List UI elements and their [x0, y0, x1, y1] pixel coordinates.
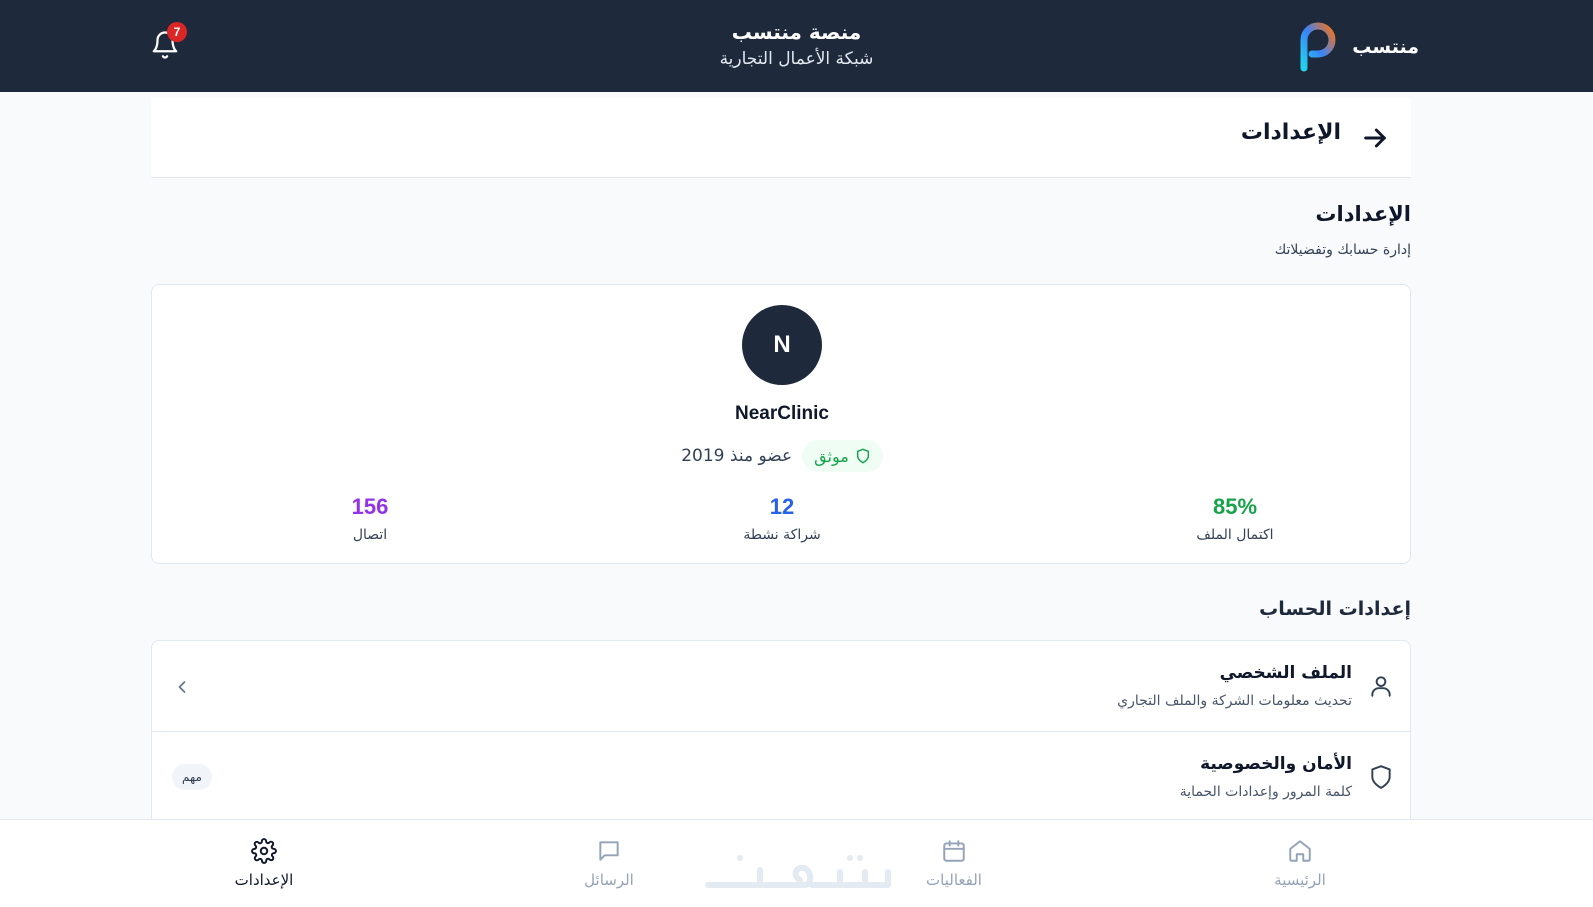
nav-item-home[interactable]: الرئيسية	[1240, 838, 1360, 889]
stat-label: اتصال	[352, 527, 388, 543]
header-titles: منصة منتسب شبكة الأعمال التجارية	[0, 18, 1593, 72]
bottom-nav: الرئيسية الفعاليات الرسائل الإعدادات	[0, 819, 1593, 907]
verified-label: موثق	[814, 446, 849, 466]
shield-icon	[856, 448, 869, 464]
avatar[interactable]: N	[742, 305, 822, 385]
account-settings-title: إعدادات الحساب	[1259, 598, 1411, 620]
settings-item-security[interactable]: الأمان والخصوصية كلمة المرور وإعدادات ال…	[152, 732, 1410, 823]
stat-label: شراكة نشطة	[743, 527, 821, 543]
back-arrow-icon[interactable]	[1359, 122, 1391, 154]
stat-value: 156	[351, 494, 389, 519]
notification-badge: 7	[167, 22, 187, 42]
gear-icon	[251, 838, 277, 864]
stat-connections: 156 اتصال	[270, 493, 470, 543]
section-subtitle: إدارة حسابك وتفضيلاتك	[1274, 242, 1411, 258]
nav-label: الرئيسية	[1274, 871, 1326, 889]
page-header: الإعدادات	[151, 98, 1411, 178]
account-settings-list: الملف الشخصي تحديث معلومات الشركة والملف…	[151, 640, 1411, 840]
nav-item-messages[interactable]: الرسائل	[549, 838, 669, 889]
calendar-icon	[943, 840, 965, 862]
home-icon	[1289, 840, 1311, 862]
stat-label: اكتمال الملف	[1196, 527, 1274, 543]
company-name: NearClinic	[735, 403, 829, 424]
platform-title: منصة منتسب	[731, 20, 862, 44]
settings-item-profile[interactable]: الملف الشخصي تحديث معلومات الشركة والملف…	[152, 641, 1410, 732]
nav-item-settings[interactable]: الإعدادات	[204, 838, 324, 889]
settings-item-description: كلمة المرور وإعدادات الحماية	[1179, 784, 1352, 800]
settings-item-title: الأمان والخصوصية	[1200, 754, 1352, 774]
section-title: الإعدادات	[1315, 202, 1411, 226]
chevron-left-icon	[178, 681, 186, 693]
top-bar: منتسب منصة منتسب شبكة الأعمال التجارية 7	[0, 0, 1593, 92]
nav-item-events[interactable]: الفعاليات	[894, 838, 1014, 889]
nav-label: الرسائل	[584, 871, 634, 889]
profile-card: N NearClinic موثق عضو منذ 2019 85% اكتما…	[151, 284, 1411, 564]
platform-subtitle: شبكة الأعمال التجارية	[719, 49, 874, 69]
settings-item-title: الملف الشخصي	[1219, 663, 1352, 683]
important-badge: مهم	[172, 764, 212, 790]
user-icon	[1371, 676, 1391, 697]
watermark-logo	[705, 855, 891, 888]
nav-label: الفعاليات	[926, 871, 982, 889]
stat-profile-completion: 85% اكتمال الملف	[1135, 493, 1335, 543]
shield-icon	[1371, 765, 1391, 789]
stat-value: 85%	[1212, 494, 1258, 519]
stat-value: 12	[769, 494, 795, 519]
nav-label: الإعدادات	[234, 871, 294, 889]
stat-active-partnerships: 12 شراكة نشطة	[682, 493, 882, 543]
member-since: عضو منذ 2019	[681, 446, 793, 466]
verified-badge: موثق	[802, 440, 883, 472]
settings-item-description: تحديث معلومات الشركة والملف التجاري	[1117, 693, 1352, 709]
page-header-title: الإعدادات	[1240, 120, 1341, 145]
profile-meta-row: موثق عضو منذ 2019	[152, 440, 1412, 472]
message-icon	[599, 841, 619, 861]
